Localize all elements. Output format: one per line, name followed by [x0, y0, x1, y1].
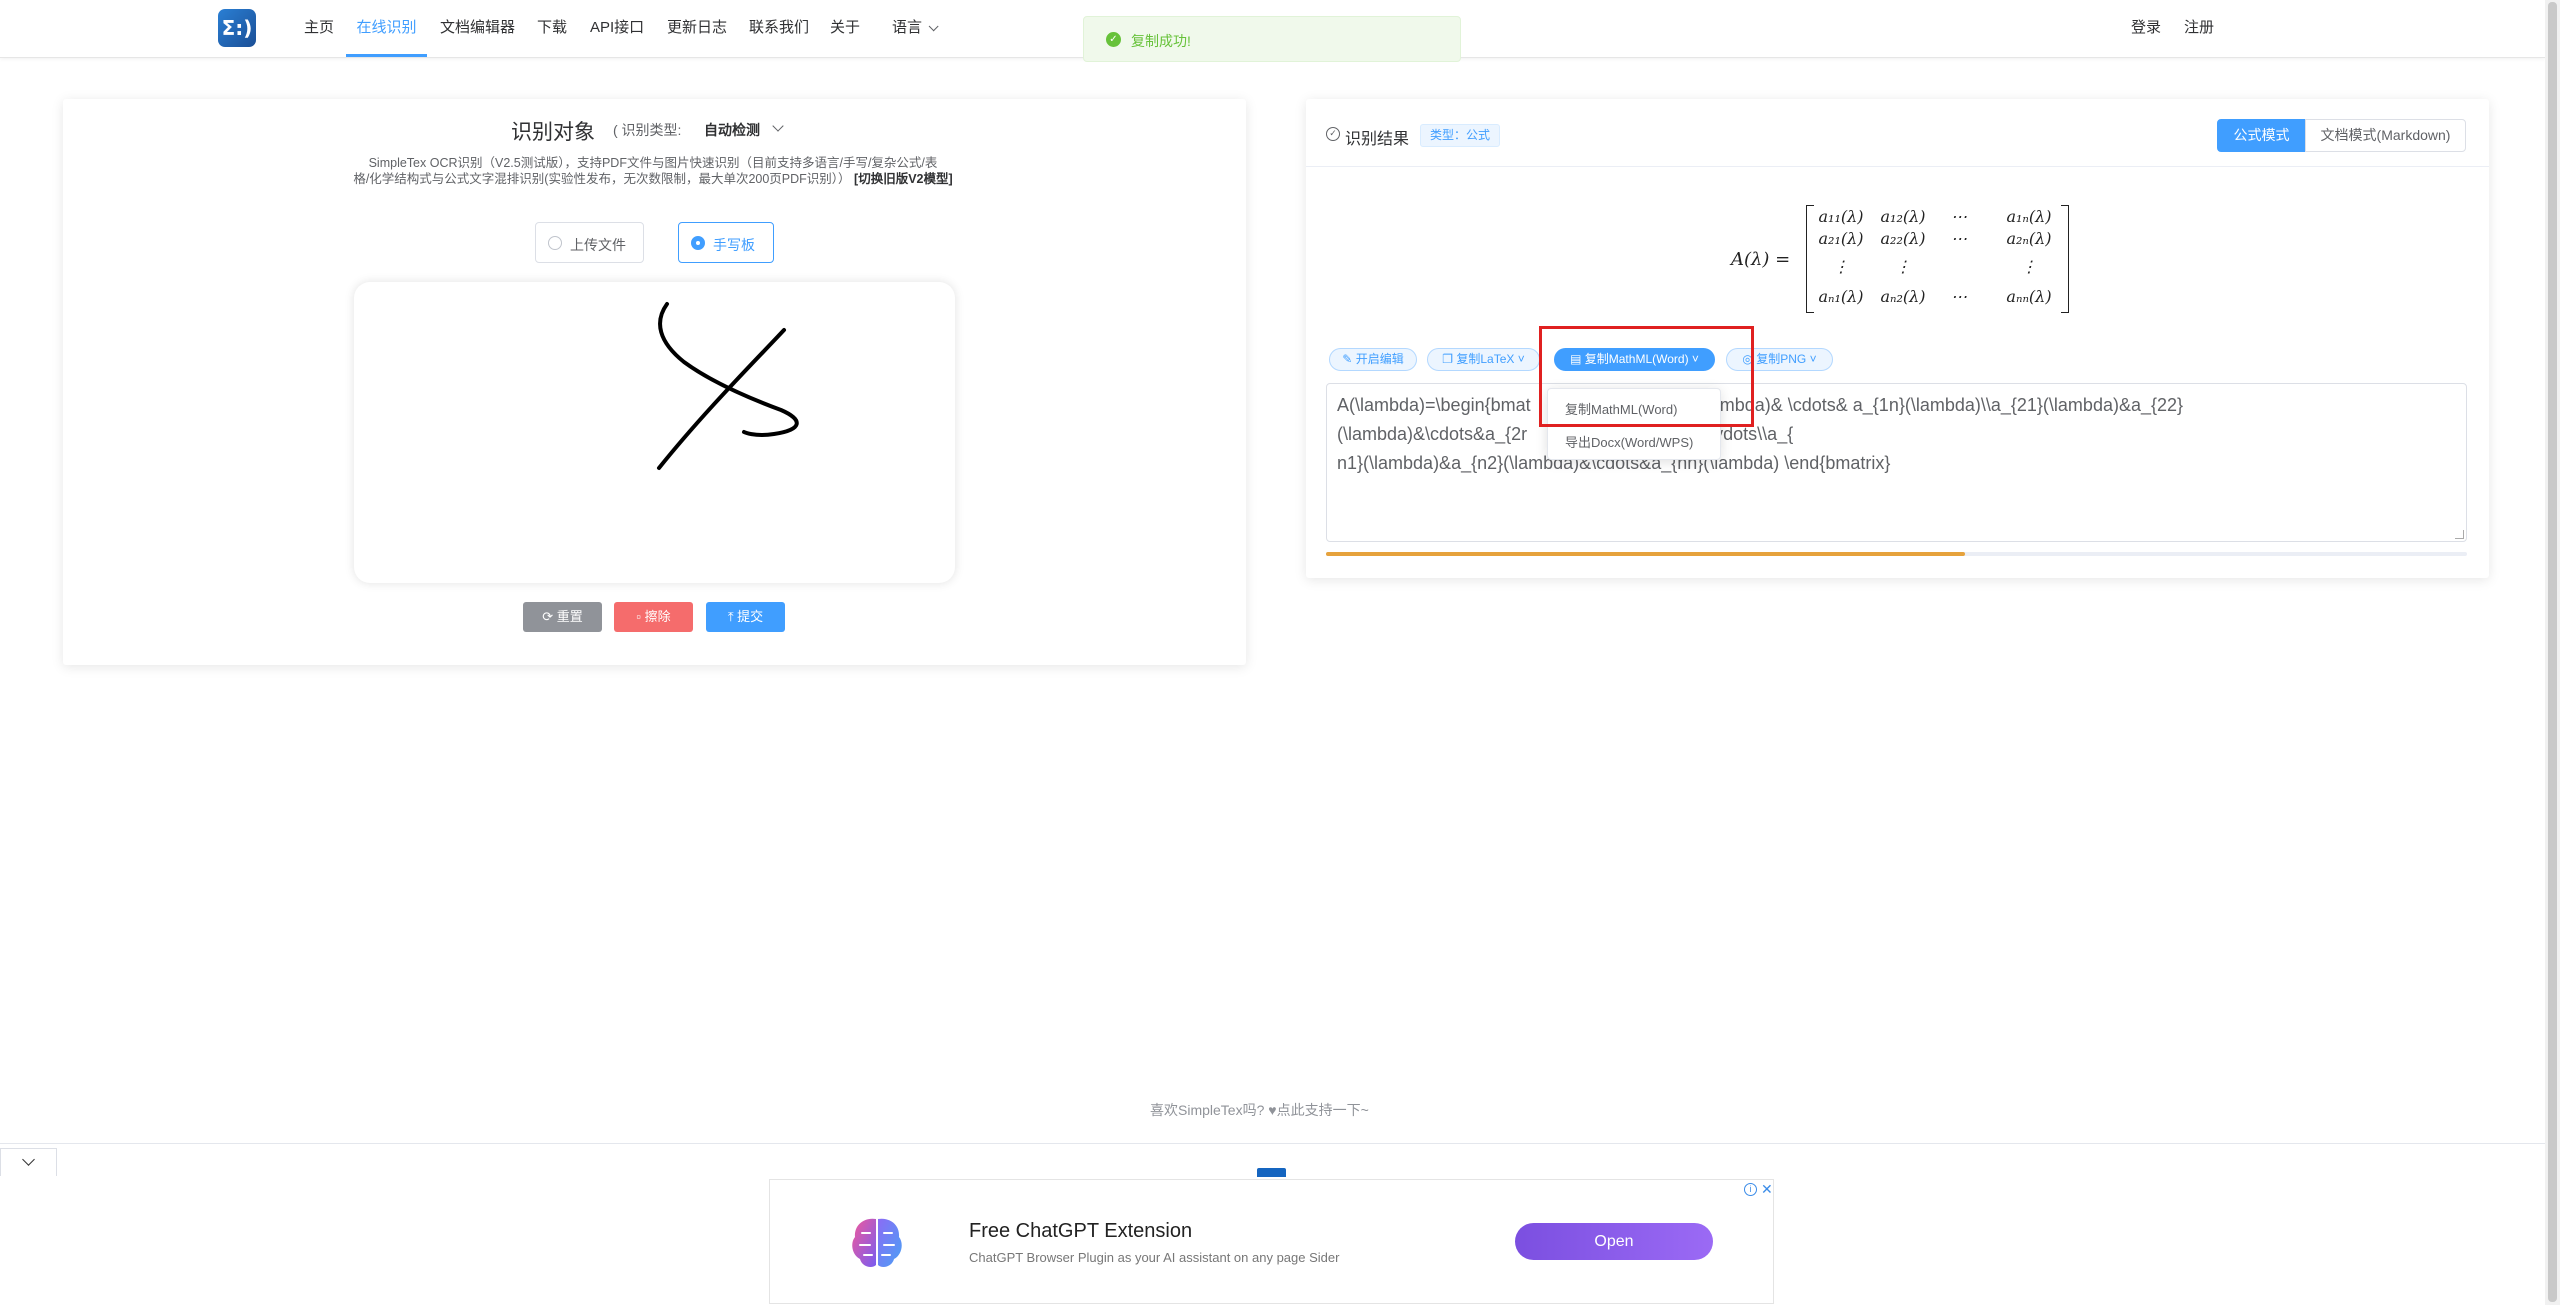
info-icon[interactable]: i	[1744, 1183, 1757, 1196]
login-link[interactable]: 登录	[2131, 0, 2161, 57]
handwriting-label: 手写板	[713, 237, 755, 253]
matrix-cell: ⋯	[1951, 207, 1967, 226]
chevron-down-icon: ˅	[1514, 352, 1525, 366]
matrix-cell: aₙ₁(λ)	[1818, 287, 1864, 306]
scrollbar-thumb[interactable]	[2548, 2, 2557, 1302]
nav-api[interactable]: API接口	[590, 0, 644, 57]
copy-latex-button[interactable]: ❐ 复制LaTeX ˅	[1427, 348, 1540, 371]
result-title: 识别结果	[1345, 131, 1410, 148]
edit-icon: ✎	[1342, 352, 1356, 366]
brain-logo-icon	[852, 1218, 902, 1267]
formula-mode-button[interactable]: 公式模式	[2217, 119, 2306, 152]
rendered-formula: A(λ) = a₁₁(λ) a₁₂(λ) ⋯ a₁ₙ(λ) a₂₁(λ) a₂₂…	[1731, 205, 2071, 315]
chevron-down-icon	[928, 21, 939, 32]
upload-file-radio[interactable]: 上传文件	[535, 222, 644, 263]
matrix-cell: ⋮	[1833, 257, 1849, 276]
success-toast: ✓ 复制成功!	[1083, 16, 1461, 62]
ad-open-button[interactable]: Open	[1515, 1223, 1713, 1260]
nav-online-ocr[interactable]: 在线识别	[346, 0, 427, 57]
erase-button[interactable]: ▫ 擦除	[614, 602, 693, 632]
nav-language[interactable]: 语言	[892, 0, 939, 57]
header-divider	[1306, 166, 2489, 167]
nav-contact[interactable]: 联系我们	[749, 0, 809, 57]
desc-line-2: 格/化学结构式与公式文字混排识别(实验性发布，无次数限制，最大单次200页PDF…	[353, 172, 953, 186]
recognition-type-label: ( 识别类型:	[613, 122, 682, 138]
matrix-cell: aₙ₂(λ)	[1880, 287, 1926, 306]
matrix-cell: ⋯	[1951, 287, 1967, 306]
matrix-cell: a₂₂(λ)	[1880, 229, 1926, 248]
document-mode-button[interactable]: 文档模式(Markdown)	[2305, 119, 2466, 152]
chevron-down-icon	[22, 1153, 35, 1166]
radio-dot	[548, 236, 562, 250]
simpletex-logo[interactable]: Σ:)	[218, 9, 256, 47]
desc-line-1: SimpleTex OCR识别（V2.5测试版），支持PDF文件与图片快速识别（…	[368, 156, 938, 170]
matrix-cell: ⋮	[2021, 257, 2037, 276]
nav-download[interactable]: 下载	[537, 0, 567, 57]
nav-home[interactable]: 主页	[304, 0, 334, 57]
switch-legacy-model-link[interactable]: [切换旧版V2模型]	[854, 172, 953, 186]
reset-button[interactable]: ⟳ 重置	[523, 602, 602, 632]
submit-button[interactable]: ⤒ 提交	[706, 602, 785, 632]
latex-line-1: A(\lambda)=\begin{bmat &a_{12}(\lambda)&…	[1337, 395, 2184, 415]
chevron-down-icon[interactable]	[772, 120, 784, 132]
chevron-down-icon: ˅	[1806, 352, 1817, 366]
refresh-icon: ⟳	[542, 609, 557, 624]
nav-changelog[interactable]: 更新日志	[667, 0, 727, 57]
latex-output-textarea[interactable]: A(\lambda)=\begin{bmat &a_{12}(\lambda)&…	[1326, 383, 2467, 542]
input-title: 识别对象	[511, 121, 595, 144]
support-link[interactable]: 喜欢SimpleTex吗? ♥点此支持一下~	[1150, 1100, 1369, 1120]
export-docx-item[interactable]: 导出Docx(Word/WPS)	[1565, 432, 1693, 451]
nav-about[interactable]: 关于	[830, 0, 860, 57]
enable-edit-button[interactable]: ✎ 开启编辑	[1329, 348, 1417, 371]
matrix-cell: a₁ₙ(λ)	[2006, 207, 2052, 226]
progress-bar	[1326, 552, 2467, 556]
latex-line-2: (\lambda)&\cdots&a_{2r \vdots& & \vdots\…	[1337, 424, 1794, 444]
resize-handle[interactable]	[2455, 530, 2464, 539]
progress-fill	[1326, 552, 1965, 556]
success-check-icon: ✓	[1106, 32, 1121, 47]
highlight-annotation-box	[1539, 326, 1754, 427]
ad-banner: i ✕ Free ChatGPT Extension ChatGPT Brows…	[769, 1179, 1774, 1304]
handwriting-canvas[interactable]	[354, 282, 955, 583]
recognition-type-select[interactable]: 自动检测	[704, 120, 760, 140]
copy-icon: ❐	[1442, 352, 1457, 366]
matrix-cell: ⋯	[1951, 229, 1967, 248]
ad-title[interactable]: Free ChatGPT Extension	[969, 1220, 1192, 1243]
matrix-cell: a₂ₙ(λ)	[2006, 229, 2052, 248]
radio-dot	[691, 236, 705, 250]
matrix-cell: a₁₂(λ)	[1880, 207, 1926, 226]
matrix-cell: a₁₁(λ)	[1818, 207, 1864, 226]
ocr-description: SimpleTex OCR识别（V2.5测试版），支持PDF文件与图片快速识别（…	[353, 155, 953, 187]
eraser-icon: ▫	[636, 609, 645, 624]
collapse-toggle[interactable]	[0, 1148, 57, 1176]
register-link[interactable]: 注册	[2184, 0, 2214, 57]
page-scrollbar[interactable]	[2545, 0, 2560, 1305]
latex-line-3: n1}(\lambda)&a_{n2}(\lambda)&\cdots&a_{n…	[1337, 453, 1891, 473]
nav-doc-editor[interactable]: 文档编辑器	[440, 0, 515, 57]
type-badge: 类型：公式	[1420, 124, 1501, 147]
formula-lhs: A(λ) =	[1731, 249, 1791, 270]
toast-message: 复制成功!	[1131, 33, 1191, 49]
ad-handle[interactable]	[1257, 1168, 1286, 1177]
nav-language-label: 语言	[892, 19, 923, 36]
ad-subtitle: ChatGPT Browser Plugin as your AI assist…	[969, 1250, 1340, 1265]
recognition-result-card: ✓ 识别结果 类型：公式 公式模式 文档模式(Markdown) A(λ) = …	[1306, 99, 2489, 578]
matrix-cell: ⋮	[1895, 257, 1911, 276]
check-circle-icon: ✓	[1326, 127, 1340, 141]
upload-file-label: 上传文件	[570, 237, 626, 253]
handwritten-stroke	[657, 302, 799, 470]
matrix-cell: aₙₙ(λ)	[2006, 287, 2052, 306]
upload-icon: ⤒	[727, 609, 738, 624]
matrix-cell: a₂₁(λ)	[1818, 229, 1864, 248]
close-icon[interactable]: ✕	[1761, 1181, 1773, 1198]
right-bracket	[2061, 205, 2069, 313]
recognition-input-card: 识别对象 ( 识别类型: 自动检测 SimpleTex OCR识别（V2.5测试…	[63, 99, 1246, 665]
handwriting-radio[interactable]: 手写板	[678, 222, 774, 263]
